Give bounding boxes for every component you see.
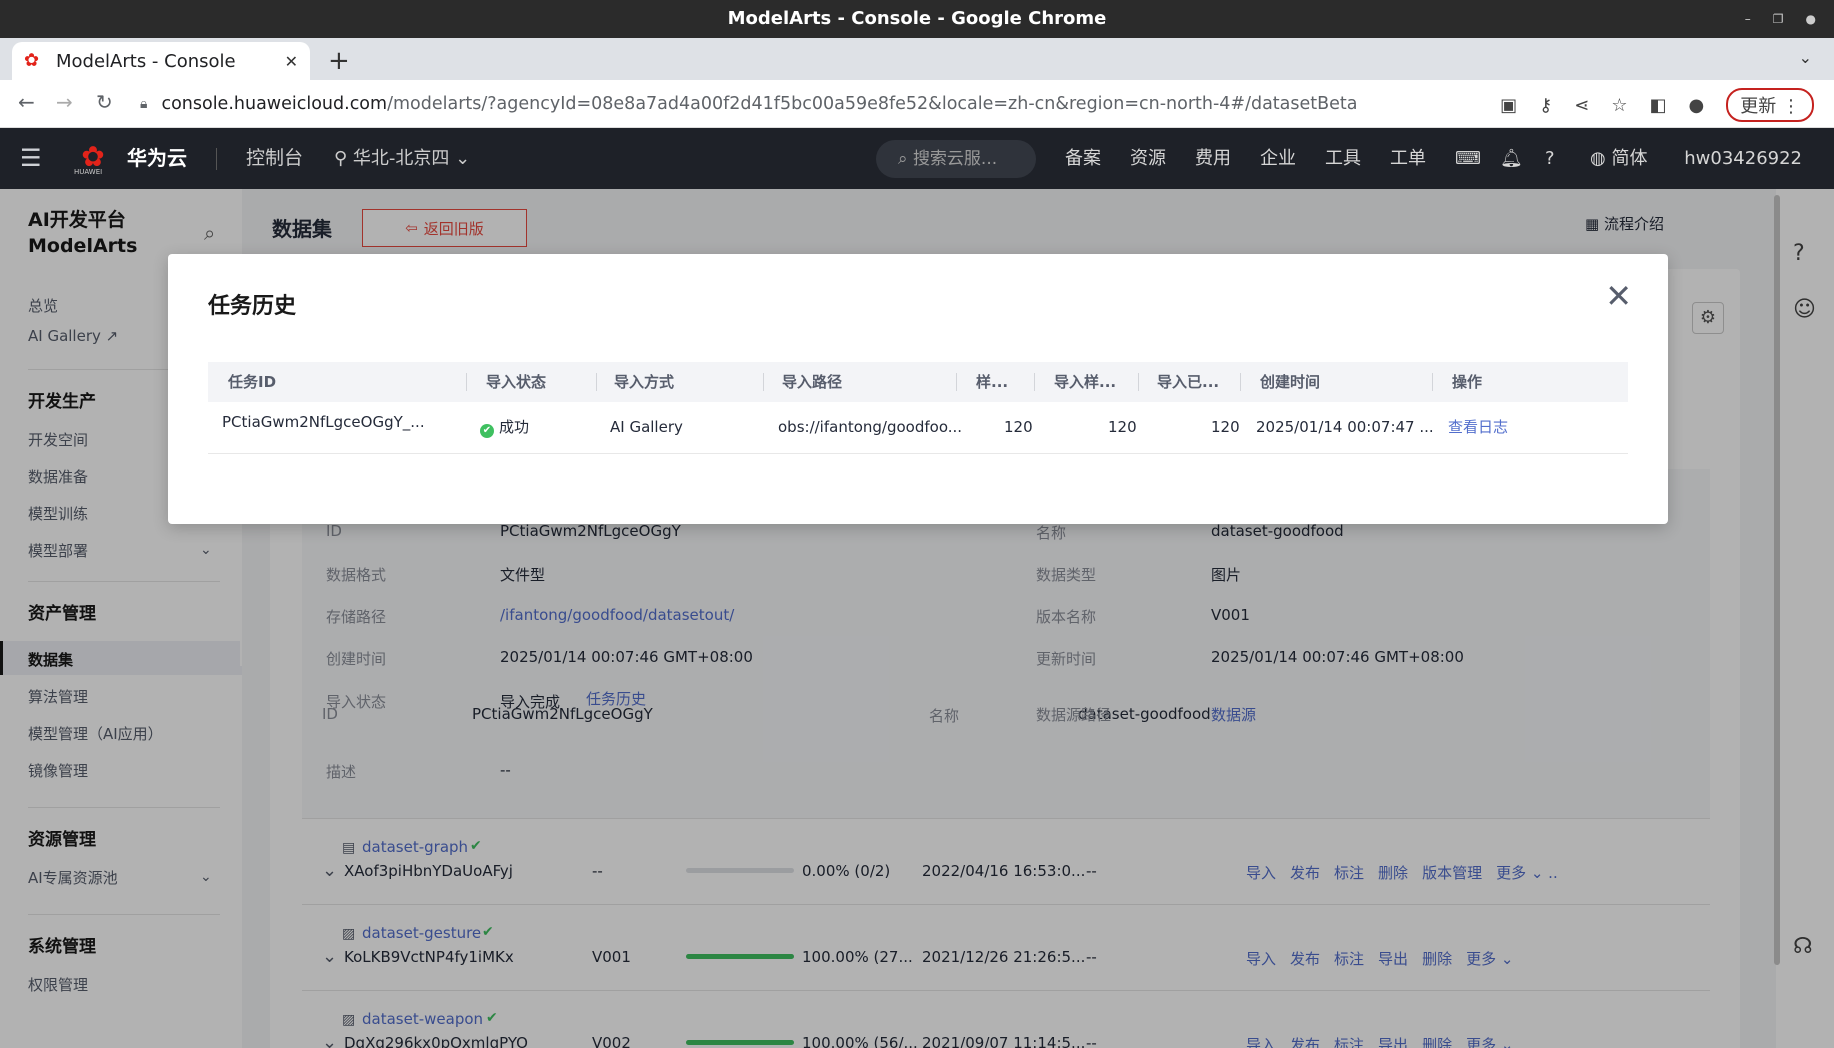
table-header: 任务ID 导入状态 导入方式 导入路径 样... 导入样... 导入已... 创… [208,362,1628,402]
task-history-table: 任务ID 导入状态 导入方式 导入路径 样... 导入样... 导入已... 创… [208,362,1628,454]
star-icon[interactable]: ☆ [1611,95,1627,116]
browser-tab[interactable]: ✿ ModelArts - Console ✕ [12,42,310,80]
cell-status: ✔ 成功 [480,402,529,452]
col-created: 创建时间 [1260,373,1321,391]
tab-title: ModelArts - Console [56,50,236,72]
cell-task-id: PCtiaGwm2NfLgceOGgY_... [222,413,425,431]
forward-arrow-icon[interactable]: → [56,90,73,114]
nav-tickets[interactable]: 工单 [1390,128,1426,189]
column-divider [956,373,957,391]
bell-icon[interactable]: 🔔︎ [1500,128,1523,189]
restore-icon[interactable]: ❐ [1773,0,1784,38]
update-label: 更新 [1740,96,1777,117]
column-divider [1240,373,1241,391]
nav-billing[interactable]: 费用 [1195,128,1231,189]
view-log-link[interactable]: 查看日志 [1448,402,1508,452]
col-actions: 操作 [1452,373,1483,391]
nav-enterprise[interactable]: 企业 [1260,128,1296,189]
minimize-icon[interactable]: – [1745,0,1751,38]
column-divider [1034,373,1035,391]
cell-method: AI Gallery [610,418,683,436]
cell-samples: 120 [1004,418,1033,436]
back-arrow-icon[interactable]: ← [18,90,35,114]
lock-icon: 🔒︎ [140,96,148,112]
column-divider [763,373,764,391]
huawei-favicon-icon: ✿ [24,50,40,71]
col-import-method: 导入方式 [614,373,675,391]
cell-imported-done: 120 [1211,418,1240,436]
update-button[interactable]: 更新 ⋮ [1726,88,1814,122]
column-divider [596,373,597,391]
console-link[interactable]: 控制台 [246,128,303,189]
key-icon[interactable]: ⚷ [1539,95,1552,116]
header-divider [216,148,217,170]
col-task-id: 任务ID [228,373,277,391]
console-header: ☰ ✿ HUAWEI 华为云 控制台 ⚲ 华北-北京四 ⌄ ⌕ 搜索云服... … [0,128,1834,189]
menu-icon[interactable]: ☰ [20,128,42,189]
tab-strip: ✿ ModelArts - Console ✕ + ⌄ [0,38,1834,80]
column-divider [1138,373,1139,391]
window-title: ModelArts - Console - Google Chrome [727,8,1107,29]
tab-list-chevron-icon[interactable]: ⌄ [1799,48,1812,67]
nav-resources[interactable]: 资源 [1130,128,1166,189]
side-panel-icon[interactable]: ◧ [1650,95,1667,116]
table-row: PCtiaGwm2NfLgceOGgY_... ✔ 成功 AI Gallery o… [208,402,1628,454]
close-window-icon[interactable]: ● [1806,0,1816,38]
cell-imported-samples: 120 [1108,418,1137,436]
col-samples: 样... [976,373,1009,391]
nav-tools[interactable]: 工具 [1325,128,1361,189]
brand-name[interactable]: 华为云 [127,128,187,189]
cell-path: obs://ifantong/goodfoo... [778,418,963,436]
window-titlebar: ModelArts - Console - Google Chrome – ❐ … [0,0,1834,38]
globe-icon: ◍ [1590,148,1606,169]
close-icon[interactable]: ✕ [1605,280,1632,312]
search-placeholder: 搜索云服... [912,149,998,169]
logo-text: HUAWEI [74,168,103,176]
header-search-input[interactable]: ⌕ 搜索云服... [876,140,1036,178]
reload-icon[interactable]: ↻ [96,90,113,114]
col-import-path: 导入路径 [782,373,843,391]
location-pin-icon: ⚲ [334,148,348,169]
url-field[interactable]: 🔒︎ console.huaweicloud.com/modelarts/?ag… [140,86,1495,122]
chevron-down-icon: ⌄ [455,148,471,169]
user-account[interactable]: hw03426922 [1684,128,1802,189]
region-selector[interactable]: ⚲ 华北-北京四 ⌄ [334,128,470,189]
address-bar: ← → ↻ 🔒︎ console.huaweicloud.com/modelar… [0,80,1834,128]
search-icon: ⌕ [898,149,908,169]
region-label: 华北-北京四 [352,148,450,169]
profile-avatar-icon[interactable]: ● [1689,95,1705,116]
share-icon[interactable]: ⋖ [1574,95,1589,116]
success-check-icon: ✔ [480,424,494,438]
column-divider [466,373,467,391]
new-tab-icon[interactable]: + [328,46,350,76]
nav-record[interactable]: 备案 [1065,128,1101,189]
terminal-icon[interactable]: ⌨ [1455,128,1481,189]
help-icon[interactable]: ? [1545,128,1555,189]
url-host: console.huaweicloud.com [161,94,388,114]
url-path: /modelarts/?agencyId=08e8a7ad4a00f2d41f5… [387,94,1358,114]
col-imported-done: 导入已... [1157,373,1220,391]
col-import-status: 导入状态 [486,373,547,391]
status-text: 成功 [499,418,530,436]
cell-created: 2025/01/14 00:07:47 ... [1256,418,1434,436]
col-imported-samples: 导入样... [1054,373,1117,391]
tab-close-icon[interactable]: ✕ [285,52,298,71]
language-label: 简体 [1611,148,1648,169]
column-divider [1432,373,1433,391]
task-history-dialog: 任务历史 ✕ 任务ID 导入状态 导入方式 导入路径 样... 导入样... 导… [168,254,1668,524]
cast-icon[interactable]: ▣ [1500,95,1517,116]
dialog-title: 任务历史 [208,294,297,319]
language-selector[interactable]: ◍ 简体 [1590,128,1647,189]
